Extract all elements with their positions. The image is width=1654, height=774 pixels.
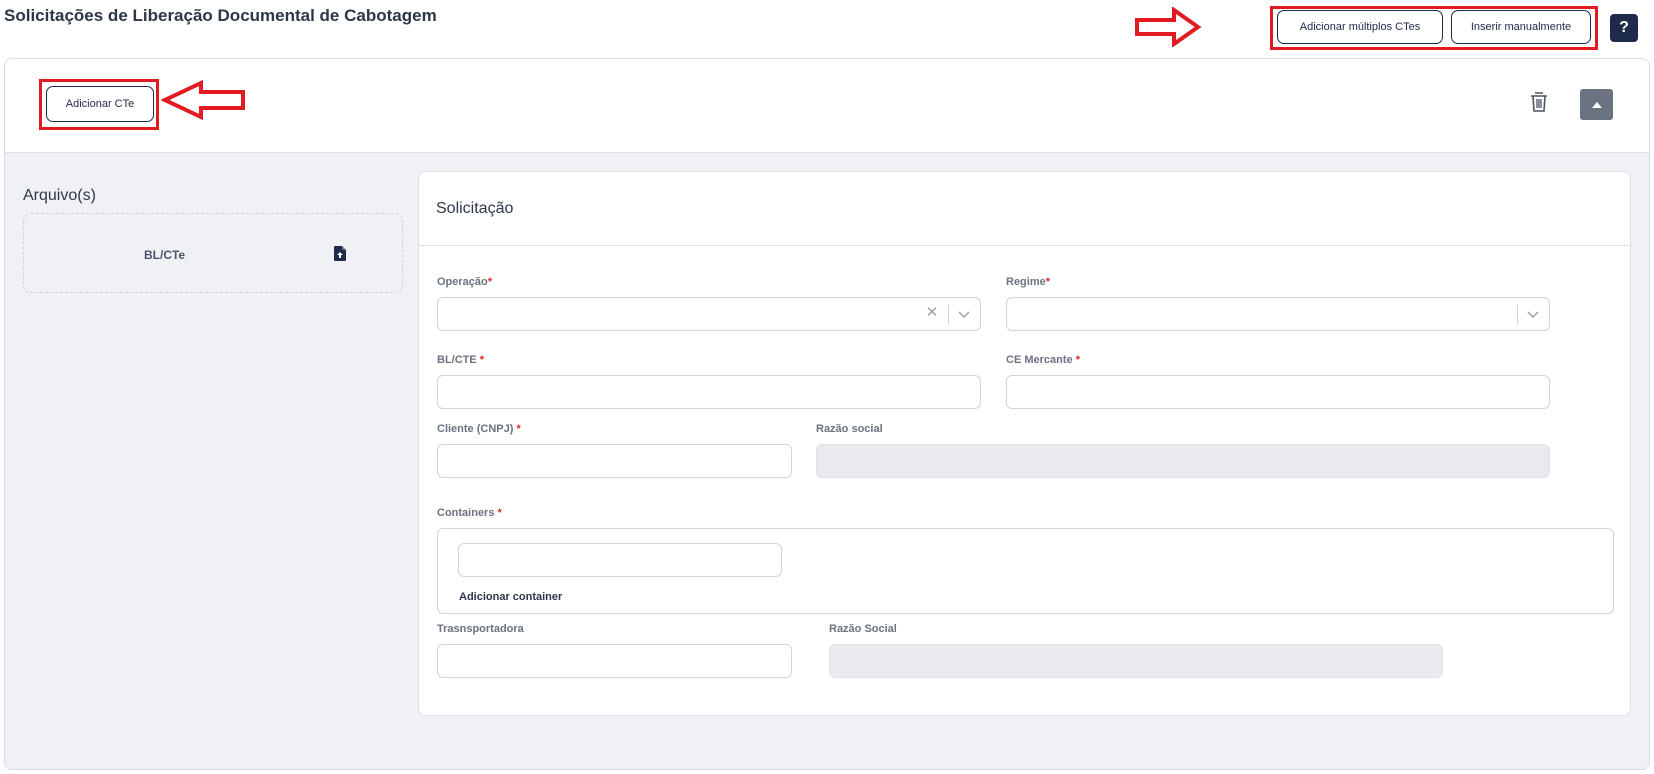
ce-mercante-input[interactable] <box>1006 375 1550 409</box>
file-dropzone[interactable]: BL/CTe <box>23 213 403 293</box>
regime-label: Regime* <box>1006 276 1050 288</box>
files-title: Arquivo(s) <box>23 187 96 204</box>
select-separator <box>1517 305 1518 325</box>
annotation-arrow-left <box>161 80 245 120</box>
add-multiple-ctes-button[interactable]: Adicionar múltiplos CTes <box>1277 10 1443 44</box>
required-mark: * <box>487 276 493 288</box>
containers-label: Containers * <box>437 507 502 519</box>
chevron-down-icon <box>1527 311 1539 319</box>
request-form: Solicitação Operação* ✕ Regime* BL/CTE *… <box>418 171 1631 716</box>
caret-up-icon <box>1591 101 1602 108</box>
carrier-label: Trasnsportadora <box>437 623 524 635</box>
client-cnpj-label: Cliente (CNPJ) * <box>437 423 521 435</box>
containers-label-text: Containers <box>437 507 498 519</box>
trash-icon[interactable] <box>1529 91 1549 113</box>
operation-select[interactable]: ✕ <box>437 297 981 331</box>
bl-cte-input[interactable] <box>437 375 981 409</box>
company-name-field <box>816 444 1550 478</box>
collapse-button[interactable] <box>1580 89 1613 120</box>
clear-icon[interactable]: ✕ <box>925 305 939 320</box>
required-mark: * <box>497 507 502 519</box>
regime-select[interactable] <box>1006 297 1550 331</box>
ce-mercante-label: CE Mercante * <box>1006 354 1080 366</box>
required-mark: * <box>1045 276 1051 288</box>
client-cnpj-input[interactable] <box>437 444 792 478</box>
chevron-down-icon <box>958 311 970 319</box>
help-icon: ? <box>1619 19 1629 36</box>
form-title: Solicitação <box>436 200 514 217</box>
required-mark: * <box>1075 354 1080 366</box>
ce-mercante-label-text: CE Mercante <box>1006 354 1076 366</box>
operation-label: Operação* <box>437 276 492 288</box>
required-mark: * <box>479 354 485 366</box>
add-container-link[interactable]: Adicionar container <box>459 591 562 603</box>
carrier-company-name-field <box>829 644 1443 678</box>
container-input[interactable] <box>458 543 782 577</box>
file-upload-icon[interactable] <box>334 246 346 261</box>
operation-label-text: Operação <box>437 276 488 288</box>
cte-card: Adicionar CTe Arquivo(s) BL/CTe Solicita… <box>4 58 1650 770</box>
help-button[interactable]: ? <box>1610 14 1638 42</box>
required-mark: * <box>516 423 521 435</box>
form-header: Solicitação <box>419 172 1630 246</box>
insert-manually-button[interactable]: Inserir manualmente <box>1451 10 1591 44</box>
annotation-arrow-right <box>1135 7 1202 47</box>
containers-group: Adicionar container <box>437 528 1614 614</box>
card-header: Adicionar CTe <box>5 59 1649 153</box>
client-cnpj-label-text: Cliente (CNPJ) <box>437 423 517 435</box>
add-cte-button[interactable]: Adicionar CTe <box>46 86 154 122</box>
page-title: Solicitações de Liberação Documental de … <box>4 6 437 25</box>
file-label: BL/CTe <box>144 248 186 262</box>
regime-label-text: Regime <box>1006 276 1046 288</box>
bl-cte-label: BL/CTE * <box>437 354 484 366</box>
carrier-input[interactable] <box>437 644 792 678</box>
bl-cte-label-text: BL/CTE <box>437 354 480 366</box>
select-separator <box>948 305 949 325</box>
company-name-label: Razão social <box>816 423 883 435</box>
carrier-company-name-label: Razão Social <box>829 623 897 635</box>
